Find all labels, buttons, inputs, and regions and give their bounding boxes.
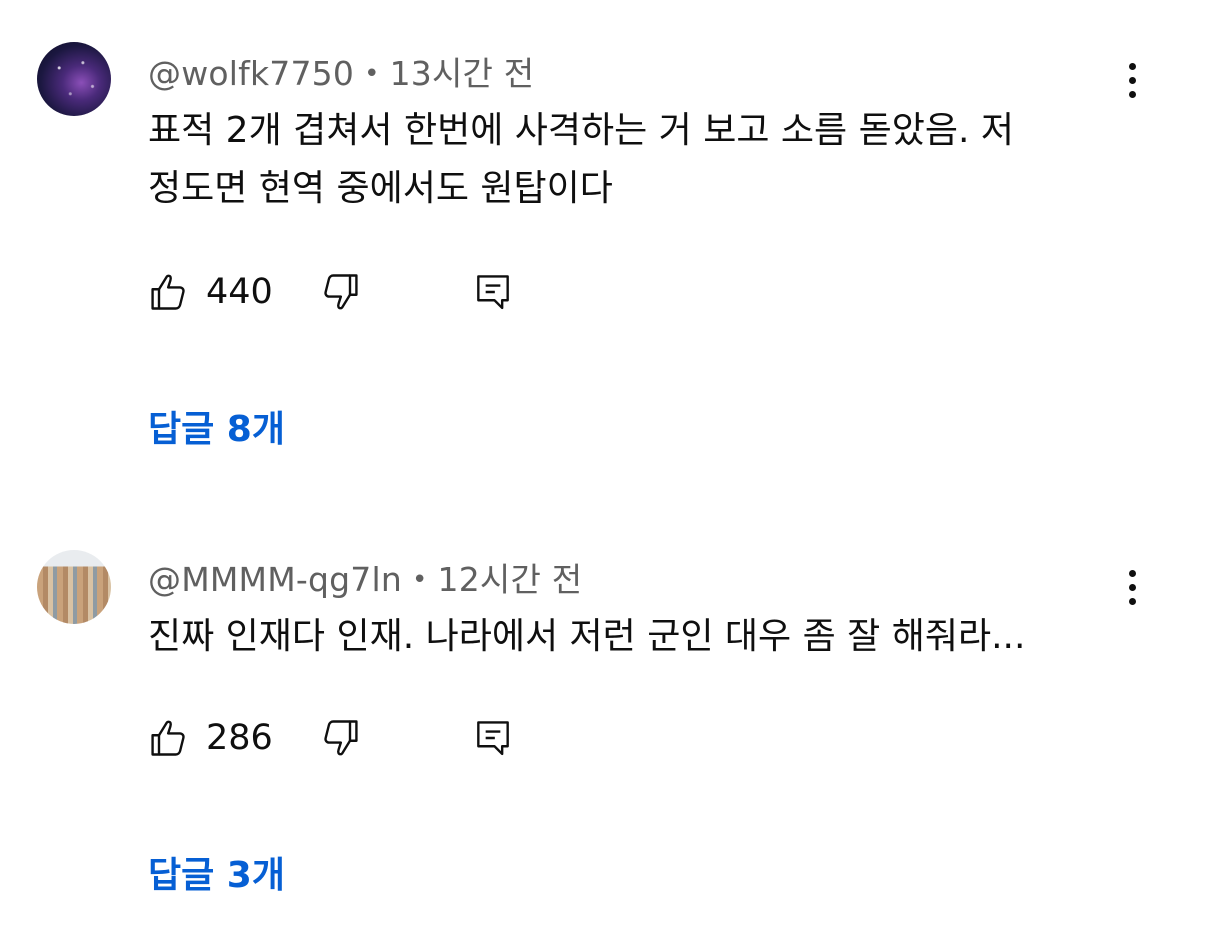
thumbs-down-icon bbox=[324, 720, 358, 756]
thumbs-down-icon bbox=[324, 274, 358, 310]
avatar[interactable] bbox=[37, 42, 111, 116]
thumbs-up-icon bbox=[151, 274, 185, 310]
comment-text-line: 진짜 인재다 인재. 나라에서 저런 군인 대우 좀 잘 해줘라... bbox=[148, 616, 1026, 657]
comment-actions: 440 bbox=[148, 268, 515, 316]
more-options-button[interactable] bbox=[1112, 563, 1152, 611]
comment-text: 표적 2개 겹쳐서 한번에 사격하는 거 보고 소름 돋았음. 저 정도면 현역… bbox=[148, 102, 1128, 218]
separator: • bbox=[411, 565, 428, 595]
author-name[interactable]: @MMMM-qg7ln bbox=[148, 560, 402, 599]
author-name[interactable]: @wolfk7750 bbox=[148, 54, 354, 93]
comment-actions: 286 bbox=[148, 714, 515, 762]
reply-button[interactable] bbox=[471, 716, 515, 760]
avatar[interactable] bbox=[37, 550, 111, 624]
dislike-button[interactable] bbox=[317, 716, 361, 760]
comment-text: 진짜 인재다 인재. 나라에서 저런 군인 대우 좀 잘 해줘라... bbox=[148, 608, 1128, 666]
thumbs-up-icon bbox=[151, 720, 185, 756]
like-count: 286 bbox=[206, 718, 273, 758]
reply-comment-icon bbox=[476, 721, 509, 756]
like-button[interactable]: 286 bbox=[148, 716, 273, 760]
dislike-button[interactable] bbox=[317, 270, 361, 314]
like-button[interactable]: 440 bbox=[148, 270, 273, 314]
comment-header: @MMMM-qg7ln • 12시간 전 bbox=[148, 553, 582, 601]
more-options-button[interactable] bbox=[1112, 56, 1152, 104]
view-replies-button[interactable]: 답글 8개 bbox=[148, 400, 285, 452]
timestamp[interactable]: 12시간 전 bbox=[438, 560, 583, 599]
view-replies-button[interactable]: 답글 3개 bbox=[148, 846, 285, 898]
comment-text-line: 정도면 현역 중에서도 원탑이다 bbox=[148, 168, 613, 209]
more-vertical-icon bbox=[1128, 62, 1136, 70]
reply-button[interactable] bbox=[471, 270, 515, 314]
like-count: 440 bbox=[206, 272, 273, 312]
more-vertical-icon bbox=[1128, 569, 1136, 577]
comment-header: @wolfk7750 • 13시간 전 bbox=[148, 47, 534, 95]
separator: • bbox=[364, 59, 380, 89]
reply-comment-icon bbox=[476, 275, 509, 310]
timestamp[interactable]: 13시간 전 bbox=[390, 54, 535, 93]
comment-text-line: 표적 2개 겹쳐서 한번에 사격하는 거 보고 소름 돋았음. 저 bbox=[148, 110, 1014, 151]
